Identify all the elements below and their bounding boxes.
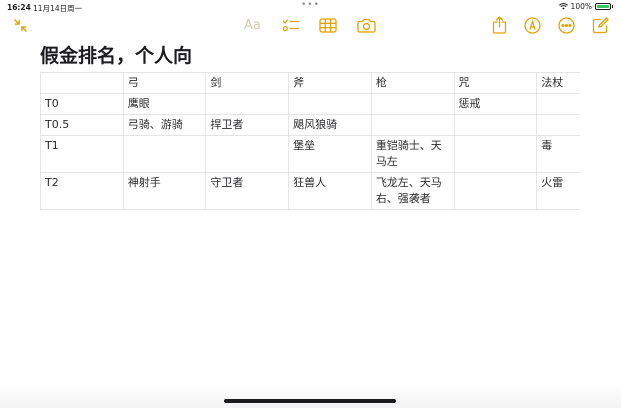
table-cell[interactable] (536, 93, 580, 115)
home-indicator[interactable] (224, 399, 396, 403)
table-cell[interactable]: 弓骑、游骑 (122, 114, 207, 136)
more-button[interactable] (558, 17, 575, 34)
table-button[interactable] (319, 18, 337, 33)
table-cell[interactable]: 捍卫者 (205, 114, 290, 136)
table-cell[interactable]: T0.5 (40, 114, 124, 136)
share-button[interactable] (492, 16, 507, 34)
bottom-shade (0, 384, 621, 408)
table-cell[interactable] (205, 93, 290, 115)
table-row: T2 神射手 守卫者 狂兽人 飞龙左、天马右、强袭者 火雷 (40, 172, 580, 210)
table-cell[interactable]: 毒 (536, 135, 580, 173)
table-cell[interactable] (122, 135, 207, 173)
status-time: 16:24 (7, 3, 31, 12)
table-cell[interactable]: 飞龙左、天马右、强袭者 (370, 172, 455, 210)
checklist-icon (282, 19, 300, 32)
table-cell[interactable]: 鹰眼 (122, 93, 207, 115)
compose-icon (592, 17, 609, 34)
table-row: T1 堡垒 重铠骑士、天马左 毒 (40, 135, 580, 173)
table-cell[interactable] (536, 114, 580, 136)
wifi-icon (558, 3, 568, 10)
collapse-button[interactable] (13, 18, 28, 33)
table-cell[interactable]: 飓风狼骑 (288, 114, 372, 136)
collapse-icon (14, 19, 27, 32)
more-icon (558, 17, 575, 34)
status-bar: 16:24 11月14日周一 ••• 100% (0, 0, 621, 14)
camera-icon (357, 18, 376, 33)
table-cell[interactable] (453, 135, 538, 173)
markup-icon (524, 17, 541, 34)
table-cell[interactable]: 枪 (370, 72, 455, 94)
table-row: T0 鹰眼 惩戒 (40, 93, 580, 115)
battery-icon (595, 3, 611, 10)
note-table[interactable]: 弓 剑 斧 枪 咒 法杖 T0 鹰眼 惩戒 T0.5 弓骑、游骑 捍卫者 飓风狼 (40, 72, 580, 210)
markup-button[interactable] (524, 17, 541, 34)
note-title[interactable]: 假金排名，个人向 (40, 41, 192, 68)
table-icon (319, 18, 337, 33)
table-cell[interactable]: 狂兽人 (288, 172, 372, 210)
compose-button[interactable] (592, 17, 609, 34)
table-cell[interactable]: 重铠骑士、天马左 (370, 135, 455, 173)
multitasking-dots-icon[interactable]: ••• (301, 0, 320, 10)
format-button[interactable]: Aa (244, 18, 261, 33)
table-cell[interactable] (370, 114, 455, 136)
table-cell[interactable]: 弓 (122, 72, 207, 94)
table-cell[interactable] (453, 114, 538, 136)
table-cell[interactable] (453, 172, 538, 210)
note-table-container[interactable]: 弓 剑 斧 枪 咒 法杖 T0 鹰眼 惩戒 T0.5 弓骑、游骑 捍卫者 飓风狼 (40, 72, 580, 210)
camera-button[interactable] (357, 18, 376, 33)
battery-percent: 100% (570, 2, 592, 11)
table-cell[interactable]: 咒 (453, 72, 538, 94)
table-cell[interactable]: 惩戒 (453, 93, 538, 115)
table-cell[interactable] (288, 93, 372, 115)
table-cell[interactable] (40, 72, 124, 94)
share-icon (492, 16, 507, 34)
table-cell[interactable]: 堡垒 (288, 135, 372, 173)
table-cell[interactable]: T2 (40, 172, 124, 210)
table-cell[interactable]: T1 (40, 135, 124, 173)
status-date: 11月14日周一 (33, 4, 83, 13)
table-cell[interactable]: 剑 (205, 72, 290, 94)
table-cell[interactable] (205, 135, 290, 173)
toolbar: Aa (0, 14, 621, 40)
table-row: T0.5 弓骑、游骑 捍卫者 飓风狼骑 (40, 114, 580, 136)
table-cell[interactable]: 守卫者 (205, 172, 290, 210)
table-cell[interactable]: 神射手 (122, 172, 207, 210)
table-header-row: 弓 剑 斧 枪 咒 法杖 (40, 72, 580, 94)
checklist-button[interactable] (282, 18, 300, 34)
table-cell[interactable]: T0 (40, 93, 124, 115)
table-cell[interactable]: 法杖 (536, 72, 580, 94)
table-cell[interactable]: 火雷 (536, 172, 580, 210)
status-right: 100% (558, 2, 613, 11)
table-cell[interactable] (370, 93, 455, 115)
table-cell[interactable]: 斧 (288, 72, 372, 94)
